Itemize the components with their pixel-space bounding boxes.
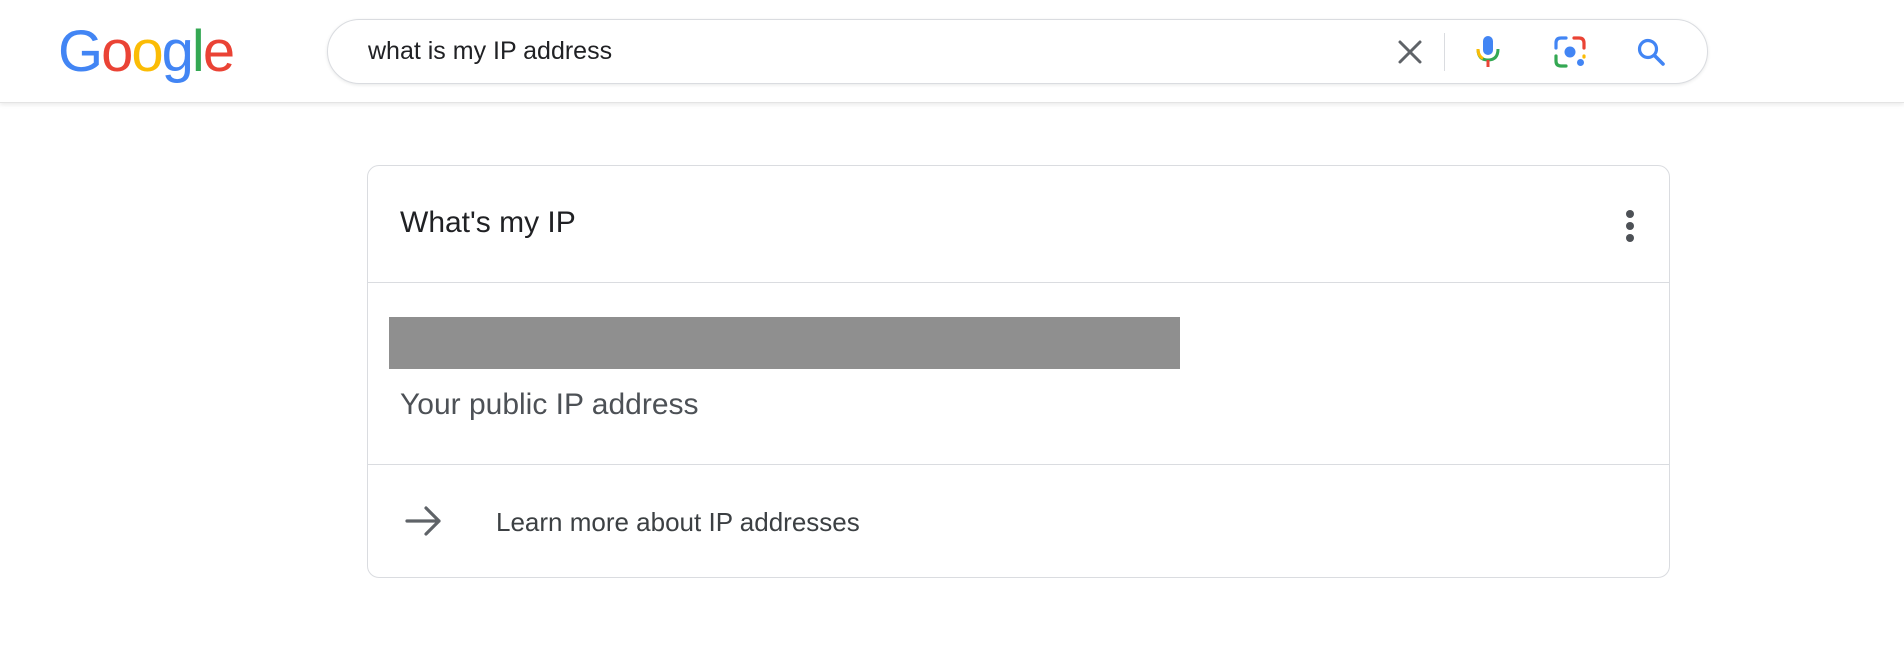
ip-caption: Your public IP address	[400, 388, 699, 421]
arrow-right-icon	[405, 506, 441, 536]
search-button[interactable]	[1633, 34, 1669, 70]
google-logo[interactable]: Google	[58, 19, 235, 84]
clear-search-button[interactable]	[1392, 34, 1428, 70]
search-box	[327, 19, 1708, 84]
search-box-divider	[1444, 33, 1445, 71]
logo-letter: g	[161, 19, 194, 84]
learn-more-label: Learn more about IP addresses	[496, 507, 860, 537]
microphone-icon	[1476, 36, 1500, 67]
logo-letter: e	[202, 19, 235, 84]
search-icon	[1637, 38, 1665, 66]
card-title: What's my IP	[400, 206, 576, 239]
logo-letter: o	[101, 19, 133, 84]
whats-my-ip-card: What's my IP Your public IP address Lear…	[367, 165, 1670, 578]
search-input[interactable]	[368, 20, 1328, 83]
search-by-image-button[interactable]	[1552, 34, 1588, 70]
card-divider	[368, 282, 1669, 283]
page: Google what is my IP address What's my I…	[0, 0, 1904, 654]
close-icon	[1398, 40, 1422, 64]
logo-letter: l	[191, 19, 205, 84]
logo-letter: o	[131, 19, 163, 84]
logo-letter: G	[58, 19, 103, 84]
voice-search-button[interactable]	[1470, 34, 1506, 70]
ip-address-redacted	[389, 317, 1180, 369]
search-header: Google	[0, 0, 1904, 103]
camera-lens-icon	[1554, 36, 1586, 68]
learn-more-link[interactable]: Learn more about IP addresses	[368, 465, 1669, 577]
more-options-button[interactable]	[1610, 204, 1650, 248]
